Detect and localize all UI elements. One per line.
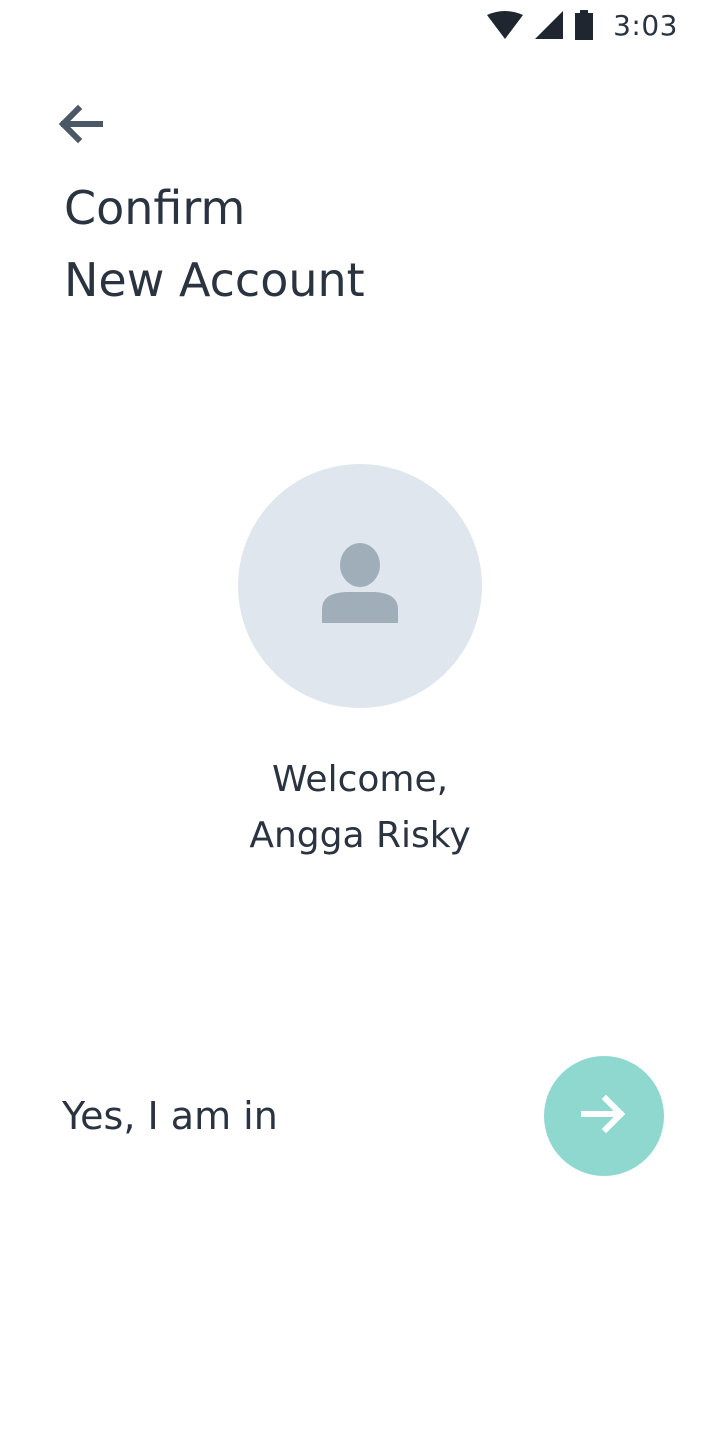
arrow-left-icon [56,104,104,148]
user-name: Angga Risky [249,815,471,856]
status-bar: 3:03 [0,0,720,50]
confirm-label: Yes, I am in [62,1094,278,1138]
arrow-right-icon [580,1094,628,1138]
person-icon [322,543,398,629]
status-icons: 3:03 [487,8,678,42]
welcome-greeting: Welcome, [271,759,449,800]
page-title-line2: New Account [64,253,365,307]
page-title-line1: Confirm [64,181,246,235]
confirm-account-screen: 3:03 Confirm New Account Welcome, Angga … [0,0,720,1440]
wifi-icon [487,11,524,39]
status-time: 3:03 [613,8,678,42]
battery-icon [575,10,594,40]
back-button[interactable] [56,100,116,152]
cellular-signal-icon [535,11,564,39]
page-title: Confirm New Account [64,172,365,316]
avatar [238,464,482,708]
next-button[interactable] [544,1056,664,1176]
welcome-message: Welcome, Angga Risky [0,752,720,864]
